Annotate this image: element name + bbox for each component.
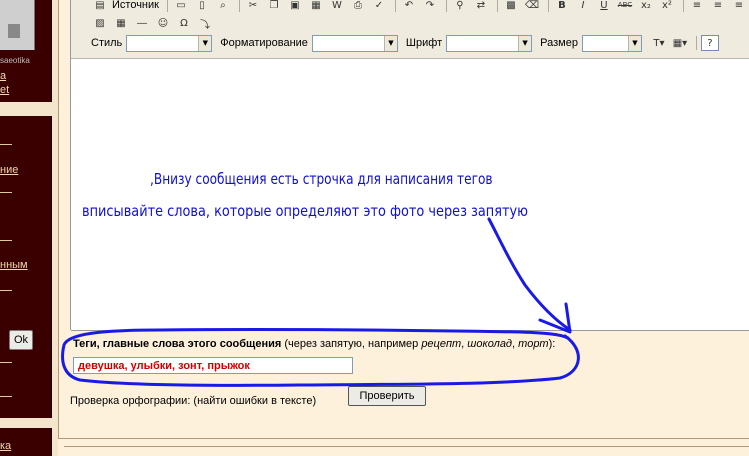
divider: [0, 192, 12, 193]
undo-icon[interactable]: ↶: [400, 0, 418, 13]
print-icon[interactable]: ⎙: [349, 0, 367, 13]
toolbar-row-3: Стиль ▼ Форматирование ▼ Шрифт ▼ Размер …: [91, 34, 722, 52]
thumbnail-figure: [8, 24, 20, 38]
select-all-icon[interactable]: ▩: [502, 0, 520, 13]
divider: [58, 0, 59, 438]
image-icon[interactable]: ▨: [91, 15, 109, 31]
separator: [394, 0, 396, 12]
separator: [695, 36, 697, 50]
cut-icon[interactable]: ✂: [244, 0, 262, 13]
tags-label-text: ):: [548, 338, 556, 350]
editor-content-area[interactable]: [71, 59, 749, 331]
sidebar-link[interactable]: нным: [0, 259, 28, 271]
tags-input[interactable]: девушка, улыбки, зонт, прыжок: [73, 357, 353, 374]
sidebar-link[interactable]: ние: [0, 164, 18, 176]
background-color-icon[interactable]: ▦▾: [671, 35, 689, 51]
annotation-line-2: вписывайте слова, которые определяют это…: [82, 202, 529, 220]
separator: [238, 0, 240, 12]
text-color-icon[interactable]: T▾: [650, 35, 668, 51]
special-char-icon[interactable]: Ω: [175, 15, 193, 31]
sidebar-link[interactable]: ка: [0, 440, 11, 452]
annotation-line-1: ,Внизу сообщения есть строчка для написа…: [150, 170, 493, 188]
underline-icon[interactable]: U: [595, 0, 613, 13]
rich-text-editor: ▤ Источник ▭ ▯ ⌕ ✂ ❐ ▣ ▦ W ⎙ ✓ ↶ ↷ ⚲ ⇄ ▩…: [70, 0, 749, 331]
help-icon[interactable]: ?: [700, 35, 719, 51]
separator: [547, 0, 549, 12]
spellcheck-button[interactable]: Проверить: [348, 386, 426, 406]
save-icon[interactable]: ▭: [172, 0, 190, 13]
italic-icon[interactable]: I: [574, 0, 592, 13]
align-right-icon[interactable]: ≡: [730, 0, 748, 13]
preview-icon[interactable]: ⌕: [214, 0, 232, 13]
thumbnail[interactable]: [0, 0, 35, 50]
new-page-icon[interactable]: ▯: [193, 0, 211, 13]
divider: [64, 446, 749, 447]
bold-icon[interactable]: B: [553, 0, 571, 13]
divider: [0, 362, 12, 363]
spellcheck-label: Проверка орфографии: (найти ошибки в тек…: [70, 395, 317, 407]
tags-label-text: (через запятую, например: [281, 338, 422, 350]
divider: [0, 144, 12, 145]
chevron-down-icon[interactable]: ▼: [198, 35, 212, 51]
toolbar-row-2: ▨ ▦ ― ☺ Ω ⤵: [91, 14, 217, 32]
separator: [166, 0, 168, 12]
copy-icon[interactable]: ❐: [265, 0, 283, 13]
style-label: Стиль: [91, 37, 123, 49]
superscript-icon[interactable]: x²: [658, 0, 676, 13]
spellcheck-icon[interactable]: ✓: [370, 0, 388, 13]
chevron-down-icon[interactable]: ▼: [627, 35, 641, 51]
source-icon[interactable]: ▤: [91, 0, 109, 13]
sidebar: saeotika а et ние нным Ok ка: [0, 0, 58, 456]
chevron-down-icon[interactable]: ▼: [518, 35, 532, 51]
separator: [445, 0, 447, 12]
remove-format-icon[interactable]: ⌫: [523, 0, 541, 13]
size-label: Размер: [540, 37, 578, 49]
smiley-icon[interactable]: ☺: [154, 15, 172, 31]
divider: [0, 290, 12, 291]
paste-text-icon[interactable]: ▦: [307, 0, 325, 13]
tag-example: рецепт: [421, 338, 462, 350]
strikethrough-icon[interactable]: ABC: [616, 0, 634, 13]
subscript-icon[interactable]: x₂: [637, 0, 655, 13]
thumbnail-caption: saeotika: [0, 56, 30, 65]
tag-example: шоколад: [467, 338, 513, 350]
editor-toolbar: ▤ Источник ▭ ▯ ⌕ ✂ ❐ ▣ ▦ W ⎙ ✓ ↶ ↷ ⚲ ⇄ ▩…: [71, 0, 749, 59]
ok-button[interactable]: Ok: [9, 330, 33, 350]
font-label: Шрифт: [405, 37, 443, 49]
sidebar-block-bottom: ка: [0, 428, 52, 456]
chevron-down-icon[interactable]: ▼: [383, 35, 397, 51]
align-center-icon[interactable]: ≡: [709, 0, 727, 13]
tag-example: торт: [518, 338, 549, 350]
size-select[interactable]: ▼: [581, 34, 642, 52]
paste-icon[interactable]: ▣: [286, 0, 304, 13]
divider: [58, 438, 749, 439]
tags-label-bold: Теги, главные слова этого сообщения: [73, 338, 282, 350]
sidebar-block-top: saeotika а et: [0, 0, 52, 102]
replace-icon[interactable]: ⇄: [472, 0, 490, 13]
divider: [0, 240, 12, 241]
find-icon[interactable]: ⚲: [451, 0, 469, 13]
style-select[interactable]: ▼: [126, 34, 213, 52]
font-select[interactable]: ▼: [446, 34, 533, 52]
format-label: Форматирование: [220, 37, 308, 49]
separator: [682, 0, 684, 12]
sidebar-block-middle: ние нным Ok: [0, 116, 52, 418]
paste-word-icon[interactable]: W: [328, 0, 346, 13]
source-button[interactable]: Источник: [112, 0, 159, 11]
page-break-icon[interactable]: ⤵: [196, 15, 214, 31]
sidebar-link[interactable]: et: [0, 84, 9, 96]
sidebar-link[interactable]: а: [0, 70, 6, 82]
table-icon[interactable]: ▦: [112, 15, 130, 31]
separator: [496, 0, 498, 12]
align-left-icon[interactable]: ≡: [688, 0, 706, 13]
tags-label: Теги, главные слова этого сообщения (чер…: [73, 338, 555, 350]
toolbar-row-1: ▤ Источник ▭ ▯ ⌕ ✂ ❐ ▣ ▦ W ⎙ ✓ ↶ ↷ ⚲ ⇄ ▩…: [91, 0, 749, 14]
format-select[interactable]: ▼: [311, 34, 398, 52]
divider: [0, 396, 12, 397]
redo-icon[interactable]: ↷: [421, 0, 439, 13]
horizontal-rule-icon[interactable]: ―: [133, 15, 151, 31]
